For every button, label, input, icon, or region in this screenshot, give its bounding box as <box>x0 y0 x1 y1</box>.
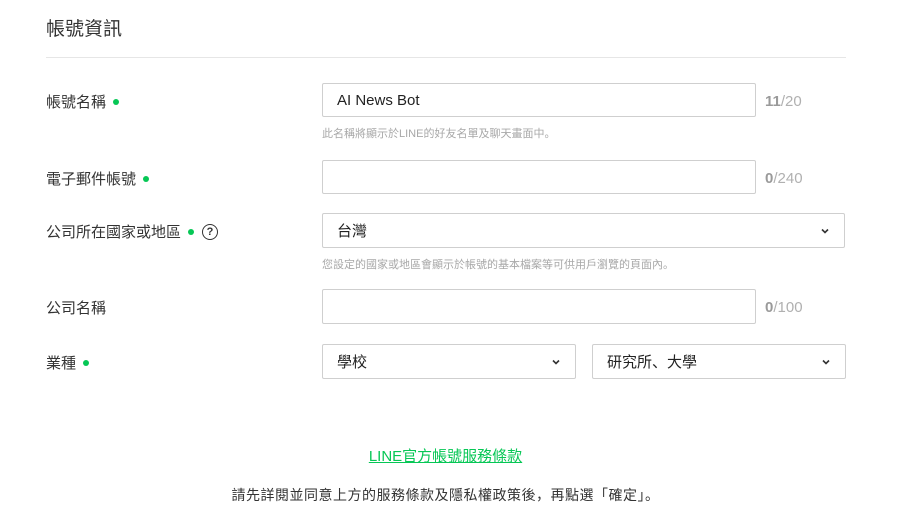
required-dot-icon <box>83 359 90 366</box>
country-select-value: 台灣 <box>337 223 368 240</box>
account-name-hint: 此名稱將顯示於LINE的好友名單及聊天畫面中。 <box>322 128 556 140</box>
account-name-input[interactable] <box>322 83 756 117</box>
email-label-text: 電子郵件帳號 <box>46 171 137 188</box>
account-name-label-text: 帳號名稱 <box>46 94 107 111</box>
industry-subcategory-select[interactable]: 研究所、大學 <box>592 344 846 379</box>
required-dot-icon <box>188 228 195 235</box>
country-label-text: 公司所在國家或地區 <box>46 224 182 241</box>
email-count-max: /240 <box>773 170 803 187</box>
section-title: 帳號資訊 <box>46 19 123 40</box>
company-count-max: /100 <box>773 299 803 316</box>
industry-subcategory-value: 研究所、大學 <box>607 354 698 371</box>
company-input[interactable] <box>322 289 756 324</box>
chevron-down-icon <box>822 359 830 365</box>
country-label: 公司所在國家或地區 ? <box>46 221 219 242</box>
account-name-count-max: /20 <box>780 93 802 110</box>
industry-category-select[interactable]: 學校 <box>322 344 576 379</box>
consent-notice: 請先詳閱並同意上方的服務條款及隱私權政策後，再點選「確定」。 <box>231 487 660 503</box>
country-hint: 您設定的國家或地區會顯示於帳號的基本檔案等可供用戶瀏覽的頁面內。 <box>322 259 674 271</box>
divider <box>46 57 846 58</box>
company-label-text: 公司名稱 <box>46 300 107 317</box>
account-name-label: 帳號名稱 <box>46 91 120 112</box>
required-dot-icon <box>113 98 120 105</box>
required-dot-icon <box>143 175 150 182</box>
email-input[interactable] <box>322 160 756 194</box>
industry-label-text: 業種 <box>46 355 77 372</box>
email-counter: 0/240 <box>765 170 803 187</box>
industry-label: 業種 <box>46 352 90 373</box>
account-name-count-current: 11 <box>765 93 781 110</box>
company-counter: 0/100 <box>765 299 803 316</box>
help-circle-icon[interactable]: ? <box>202 223 219 240</box>
chevron-down-icon <box>821 228 829 234</box>
terms-of-service-link[interactable]: LINE官方帳號服務條款 <box>0 445 891 466</box>
account-name-counter: 11/20 <box>765 93 802 110</box>
company-label: 公司名稱 <box>46 297 106 318</box>
email-label: 電子郵件帳號 <box>46 168 150 189</box>
chevron-down-icon <box>552 359 560 365</box>
country-select[interactable]: 台灣 <box>322 213 845 248</box>
industry-category-value: 學校 <box>337 354 368 371</box>
